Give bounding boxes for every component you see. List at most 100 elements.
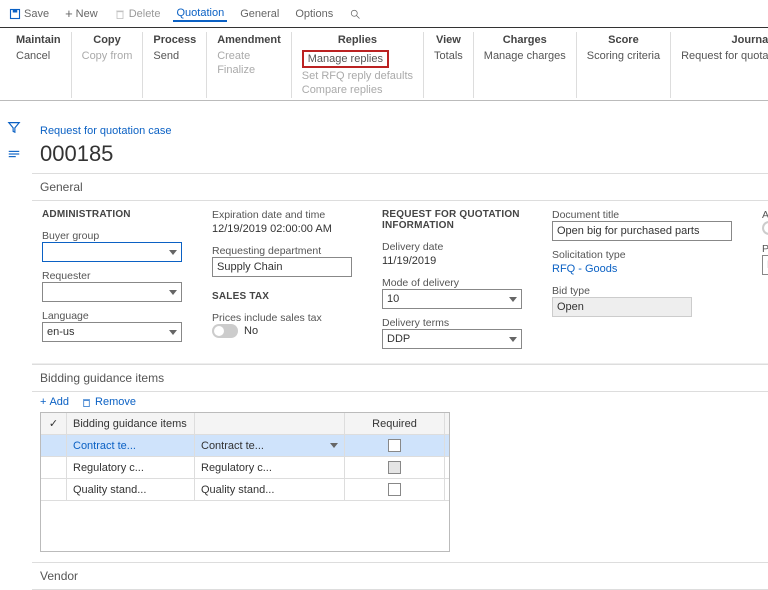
ribbon-group-amendment: Amendment Create Finalize	[207, 32, 292, 98]
mode-label: Mode of delivery	[382, 277, 522, 289]
col-items[interactable]: Bidding guidance items	[67, 413, 195, 434]
checkbox[interactable]	[388, 439, 401, 452]
col-mid: Expiration date and time 12/19/2019 02:0…	[212, 209, 352, 349]
content-area: Request for quotation case 000185 Genera…	[32, 121, 768, 590]
delivery-date-value: 11/19/2019	[382, 253, 522, 269]
form-grid: ADMINISTRATION Buyer group Requester Lan…	[32, 201, 768, 364]
reqdept-input[interactable]: Supply Chain	[212, 257, 352, 277]
breadcrumb[interactable]: Request for quotation case	[32, 121, 768, 141]
list-icon[interactable]	[7, 147, 21, 164]
buyer-group-label: Buyer group	[42, 230, 182, 242]
salestax-head: SALES TAX	[212, 291, 352, 302]
ptype-input[interactable]: Purchase order	[762, 255, 768, 275]
col-required[interactable]: Required	[345, 413, 445, 434]
requester-label: Requester	[42, 270, 182, 282]
row-marker[interactable]	[41, 457, 67, 478]
rfq-journals-action[interactable]: Request for quotation journals	[681, 50, 768, 62]
row-item-name[interactable]: Quality stand...	[67, 479, 195, 500]
admin-head: ADMINISTRATION	[42, 209, 182, 220]
ptype-label: Purchase type	[762, 243, 768, 255]
ribbon-group-view: View Totals	[424, 32, 474, 98]
mode-select[interactable]: 10	[382, 289, 522, 309]
save-button[interactable]: Save	[6, 6, 52, 22]
checkbox[interactable]	[388, 461, 401, 474]
ribbon-head-copy: Copy	[82, 34, 133, 46]
save-label: Save	[24, 8, 49, 20]
manage-replies-action[interactable]: Manage replies	[302, 50, 389, 68]
delete-label: Delete	[129, 8, 161, 20]
table-row[interactable]: Regulatory c... Regulatory c...	[41, 457, 449, 479]
ribbon-head-charges: Charges	[484, 34, 566, 46]
section-bidding[interactable]: Bidding guidance items	[32, 364, 768, 392]
soltype-value[interactable]: RFQ - Goods	[552, 261, 732, 277]
ribbon-head-journals: Journals	[681, 34, 768, 46]
row-item-desc[interactable]: Quality stand...	[195, 479, 345, 500]
allowalt-toggle[interactable]	[762, 221, 768, 235]
reqdept-label: Requesting department	[212, 245, 352, 257]
col-desc[interactable]	[195, 413, 345, 434]
create-action: Create	[217, 50, 250, 62]
row-item-desc[interactable]: Regulatory c...	[195, 457, 345, 478]
requester-select[interactable]	[42, 282, 182, 302]
remove-button[interactable]: Remove	[81, 396, 136, 408]
ribbon-head-amendment: Amendment	[217, 34, 281, 46]
trash-icon	[114, 8, 126, 20]
ribbon-group-copy: Copy Copy from	[72, 32, 144, 98]
bidtype-value: Open	[557, 301, 584, 313]
tab-options[interactable]: Options	[292, 6, 336, 22]
ribbon-group-process: Process Send	[143, 32, 207, 98]
language-select[interactable]: en-us	[42, 322, 182, 342]
row-required[interactable]	[345, 457, 445, 478]
mode-value: 10	[387, 293, 399, 305]
filter-icon[interactable]	[7, 120, 21, 137]
delivery-date-label: Delivery date	[382, 241, 522, 253]
table-row[interactable]: Contract te... Contract te...	[41, 435, 449, 457]
plus-icon: +	[40, 396, 46, 408]
tab-quotation[interactable]: Quotation	[173, 5, 227, 22]
page-title: 000185	[32, 141, 768, 173]
new-button[interactable]: + New	[62, 4, 101, 23]
doctitle-input[interactable]: Open big for purchased parts	[552, 221, 732, 241]
totals-action[interactable]: Totals	[434, 50, 463, 62]
row-required[interactable]	[345, 479, 445, 500]
ribbon-head-process: Process	[153, 34, 196, 46]
finalize-action: Finalize	[217, 64, 255, 76]
col-far-right: Allow alternate No Purchase type Purchas…	[762, 209, 768, 349]
manage-charges-action[interactable]: Manage charges	[484, 50, 566, 62]
cancel-action[interactable]: Cancel	[16, 50, 50, 62]
left-gutter	[0, 100, 28, 164]
reqdept-value: Supply Chain	[217, 261, 282, 273]
row-marker[interactable]	[41, 479, 67, 500]
row-required[interactable]	[345, 435, 445, 456]
tab-general[interactable]: General	[237, 6, 282, 22]
row-marker[interactable]	[41, 435, 67, 456]
add-button[interactable]: +Add	[40, 396, 69, 408]
prices-include-tax-toggle[interactable]	[212, 324, 238, 338]
section-general[interactable]: General	[32, 173, 768, 201]
search-button[interactable]	[346, 6, 364, 22]
row-item-desc[interactable]: Contract te...	[195, 435, 345, 456]
checkbox[interactable]	[388, 483, 401, 496]
col-rfqinfo: REQUEST FOR QUOTATION INFORMATION Delive…	[382, 209, 522, 349]
row-item-name[interactable]: Contract te...	[67, 435, 195, 456]
ribbon-group-maintain: Maintain Cancel	[6, 32, 72, 98]
col-right: Document title Open big for purchased pa…	[552, 209, 732, 349]
section-vendor[interactable]: Vendor	[32, 562, 768, 590]
buyer-group-select[interactable]	[42, 242, 182, 262]
trash-icon	[81, 397, 92, 408]
row-item-name[interactable]: Regulatory c...	[67, 457, 195, 478]
ribbon: Maintain Cancel Copy Copy from Process S…	[0, 28, 768, 101]
ribbon-head-view: View	[434, 34, 463, 46]
bidtype-label: Bid type	[552, 285, 732, 297]
new-label: New	[76, 8, 98, 20]
send-action[interactable]: Send	[153, 50, 179, 62]
col-check[interactable]: ✓	[41, 413, 67, 434]
terms-select[interactable]: DDP	[382, 329, 522, 349]
compare-replies-action: Compare replies	[302, 84, 383, 96]
top-command-bar: Save + New Delete Quotation General Opti…	[0, 0, 768, 28]
scoring-criteria-action[interactable]: Scoring criteria	[587, 50, 660, 62]
bidtype-field: Open	[552, 297, 692, 317]
remove-label: Remove	[95, 396, 136, 408]
table-row[interactable]: Quality stand... Quality stand...	[41, 479, 449, 501]
doctitle-value: Open big for purchased parts	[557, 225, 699, 237]
